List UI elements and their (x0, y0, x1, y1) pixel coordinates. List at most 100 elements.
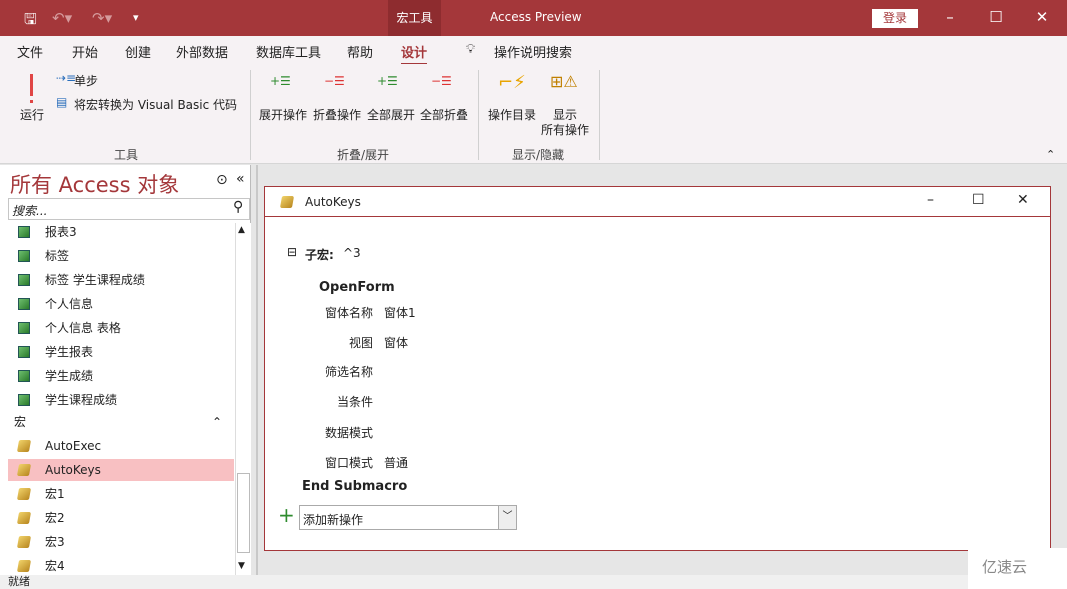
nav-item-label: 宏1 (45, 487, 65, 501)
macro-icon (279, 196, 295, 208)
tell-me-search[interactable]: 操作说明搜索 (494, 42, 572, 61)
watermark: 亿速云 (968, 548, 1067, 589)
show-all-actions-label: 所有操作 (541, 123, 590, 137)
report-icon (18, 346, 30, 358)
nav-item-label: 学生报表 (45, 345, 94, 359)
single-step-button[interactable]: 单步 (74, 72, 98, 89)
collapse-actions-button[interactable]: 折叠操作 (313, 106, 361, 123)
nav-item-label: AutoExec (45, 439, 102, 453)
login-button[interactable]: 登录 (872, 9, 918, 28)
redo-icon[interactable]: ↷▾ (92, 9, 112, 27)
action-openform[interactable]: OpenForm (319, 280, 395, 295)
tab-design[interactable]: 设计 (401, 42, 428, 66)
report-icon (18, 226, 30, 238)
tab-external-data[interactable]: 外部数据 (176, 42, 228, 61)
nav-item-macro[interactable]: 宏1 (8, 483, 234, 505)
report-icon (18, 274, 30, 286)
collapse-ribbon-icon[interactable]: ⌃ (1046, 148, 1055, 161)
close-button[interactable]: ✕ (1017, 192, 1029, 208)
nav-item-report[interactable]: 标签 学生课程成绩 (8, 269, 234, 291)
report-icon (18, 250, 30, 262)
run-button[interactable]: 运行 (16, 72, 48, 122)
submacro-name[interactable]: ^3 (343, 246, 361, 260)
argument-name: 数据模式 (324, 426, 373, 440)
nav-item-label: 标签 (45, 249, 70, 263)
customize-qat-icon[interactable]: ▾ (133, 11, 139, 24)
macro-icon (16, 488, 32, 500)
tab-home[interactable]: 开始 (72, 42, 98, 61)
nav-item-macro[interactable]: AutoKeys (8, 459, 234, 481)
add-new-action-select[interactable]: 添加新操作 ﹀ (299, 505, 517, 530)
save-icon[interactable]: 🖫 (24, 9, 37, 34)
argument-name: 筛选名称 (324, 365, 373, 379)
exclamation-dot-icon (30, 100, 33, 103)
maximize-button[interactable]: ☐ (986, 8, 1006, 26)
minimize-button[interactable]: – (927, 192, 934, 208)
app-title: Access Preview (490, 10, 582, 24)
nav-scrollbar[interactable]: ▲ ▼ (235, 223, 251, 575)
expand-icon: +☰ (270, 74, 291, 88)
nav-item-report[interactable]: 学生报表 (8, 341, 234, 363)
nav-search-input[interactable]: 搜索... ⚲ (8, 198, 250, 220)
argument-name: 当条件 (336, 395, 373, 409)
expand-actions-button[interactable]: 展开操作 (259, 106, 307, 123)
lightbulb-icon: 💡︎ (466, 42, 476, 57)
nav-item-report[interactable]: 学生课程成绩 (8, 389, 234, 411)
tab-database-tools[interactable]: 数据库工具 (256, 42, 321, 61)
nav-item-macro[interactable]: AutoExec (8, 435, 234, 457)
scroll-up-icon[interactable]: ▲ (238, 225, 245, 235)
group-divider (599, 70, 600, 160)
nav-item-macro[interactable]: 宏4 (8, 555, 234, 577)
action-catalog-icon: ⌐⚡ (498, 72, 526, 93)
shutter-bar-collapse-icon[interactable]: « (236, 171, 245, 187)
nav-item-macro[interactable]: 宏3 (8, 531, 234, 553)
tab-help[interactable]: 帮助 (347, 42, 373, 61)
expand-all-icon: +☰ (377, 74, 398, 88)
expand-all-button[interactable]: 全部展开 (367, 106, 415, 123)
nav-item-label: 报表3 (45, 225, 77, 239)
chevron-up-icon[interactable]: ⌃ (212, 411, 222, 433)
argument-value[interactable]: 窗体1 (384, 304, 416, 321)
report-icon (18, 322, 30, 334)
exclamation-icon (30, 74, 33, 96)
collapse-all-button[interactable]: 全部折叠 (420, 106, 468, 123)
search-icon[interactable]: ⚲ (233, 199, 243, 215)
add-action-text: 添加新操作 (303, 513, 364, 527)
nav-menu-dropdown-icon[interactable]: ⊙ (216, 172, 228, 188)
nav-item-report[interactable]: 个人信息 表格 (8, 317, 234, 339)
add-icon: + (278, 503, 295, 527)
chevron-down-icon[interactable]: ﹀ (498, 506, 516, 529)
tab-file[interactable]: 文件 (17, 42, 43, 61)
argument-name: 视图 (348, 336, 373, 350)
close-button[interactable]: ✕ (1032, 8, 1052, 26)
action-catalog-button[interactable]: 操作目录 (488, 106, 536, 123)
report-icon (18, 370, 30, 382)
maximize-button[interactable]: ☐ (972, 192, 985, 208)
nav-item-report[interactable]: 个人信息 (8, 293, 234, 315)
nav-group-macros[interactable]: 宏 ⌃ (8, 411, 228, 433)
report-icon (18, 298, 30, 310)
scroll-down-icon[interactable]: ▼ (238, 561, 245, 571)
convert-vb-icon: ▤ (56, 95, 68, 109)
collapse-submacro-icon[interactable]: ⊟ (287, 245, 297, 259)
nav-item-report[interactable]: 学生成绩 (8, 365, 234, 387)
group-label-show-hide: 显示/隐藏 (512, 148, 565, 162)
nav-item-label: 宏2 (45, 511, 65, 525)
tab-create[interactable]: 创建 (125, 42, 151, 61)
nav-item-label: AutoKeys (45, 463, 101, 477)
scroll-thumb[interactable] (237, 473, 250, 553)
group-divider (250, 70, 251, 160)
nav-title[interactable]: 所有 Access 对象 (10, 169, 179, 199)
nav-item-report[interactable]: 报表3 (8, 221, 234, 243)
minimize-button[interactable]: – (940, 8, 960, 26)
argument-value[interactable]: 窗体 (384, 334, 408, 351)
macro-window-title: AutoKeys (305, 195, 361, 209)
status-bar: 就绪 (0, 575, 1067, 589)
ribbon-tabs: 文件 开始 创建 外部数据 数据库工具 帮助 设计 💡︎ 操作说明搜索 (0, 36, 1067, 66)
undo-icon[interactable]: ↶▾ (52, 9, 72, 27)
nav-item-macro[interactable]: 宏2 (8, 507, 234, 529)
convert-to-vb-button[interactable]: 将宏转换为 Visual Basic 代码 (74, 96, 237, 113)
group-divider (478, 70, 479, 160)
nav-item-report[interactable]: 标签 (8, 245, 234, 267)
argument-value[interactable]: 普通 (384, 454, 408, 471)
